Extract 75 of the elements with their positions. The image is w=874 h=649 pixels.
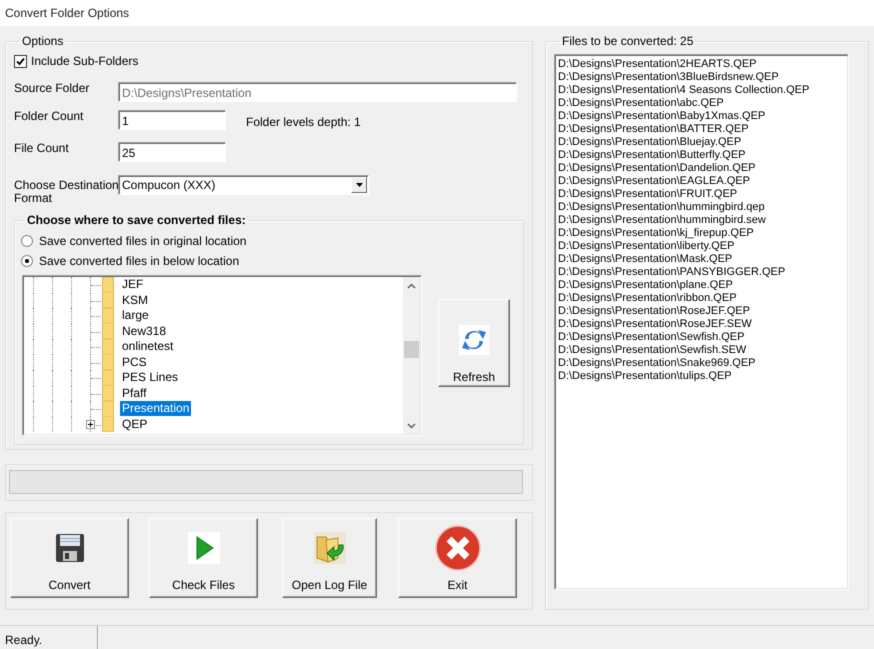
file-path: D:\Designs\Presentation\liberty.QEP	[558, 240, 736, 253]
radio-button[interactable]	[21, 235, 33, 247]
file-path: D:\Designs\Presentation\Sewfish.SEW	[558, 344, 748, 357]
file-path: D:\Designs\Presentation\EAGLEA.QEP	[558, 175, 751, 188]
file-path: D:\Designs\Presentation\3BlueBirdsnew.QEP	[558, 71, 780, 84]
folder-item[interactable]: onlinetest	[120, 339, 176, 354]
field-label: Source Folder	[14, 82, 90, 95]
folder-icon	[102, 338, 114, 355]
file-path: D:\Designs\Presentation\Dandelion.QEP	[558, 162, 756, 175]
folder-count-field[interactable]: 1	[118, 110, 226, 130]
folder-icon	[102, 400, 114, 417]
folder-item[interactable]: QEP	[120, 416, 150, 432]
file-path: D:\Designs\Presentation\Snake969.QEP	[558, 357, 757, 370]
file-path: D:\Designs\Presentation\PANSYBIGGER.QEP	[558, 266, 786, 279]
group-title: Options	[21, 34, 64, 48]
file-path: D:\Designs\Presentation\plane.QEP	[558, 279, 734, 292]
folder-item[interactable]: PCS	[120, 354, 149, 370]
close-icon	[434, 525, 480, 571]
file-path: D:\Designs\Presentation\Baby1Xmas.QEP	[558, 110, 766, 123]
exit-button[interactable]: Exit	[398, 518, 517, 598]
file-path: D:\Designs\Presentation\Butterfly.QEP	[558, 149, 746, 162]
file-path: D:\Designs\Presentation\hummingbird.sew	[558, 214, 767, 227]
checkbox-label: Include Sub-Folders	[31, 54, 138, 68]
refresh-icon	[459, 325, 489, 355]
refresh-button[interactable]: Refresh	[438, 299, 510, 387]
convert-button[interactable]: Convert	[10, 518, 129, 598]
file-path: D:\Designs\Presentation\Sewfish.QEP	[558, 331, 746, 344]
folder-icon	[102, 370, 114, 386]
folder-icon	[102, 292, 114, 308]
file-path: D:\Designs\Presentation\kj_firepup.QEP	[558, 227, 755, 240]
expand-button[interactable]	[86, 420, 95, 428]
radio-label: Save converted files in below location	[39, 254, 240, 268]
folder-icon	[102, 385, 114, 402]
file-path: D:\Designs\Presentation\hummingbird.qep	[558, 201, 766, 214]
group-title: Choose where to save converted files:	[26, 213, 247, 227]
folder-depth-text: Folder levels depth: 1	[246, 115, 361, 129]
field-label: Choose Destination Format	[14, 179, 120, 205]
file-path: D:\Designs\Presentation\4 Seasons Collection.QEP	[558, 84, 810, 97]
field-label: File Count	[14, 142, 70, 155]
folder-icon	[102, 354, 114, 370]
folder-item[interactable]: large	[120, 308, 151, 324]
scroll-thumb[interactable]	[404, 341, 419, 358]
file-path: D:\Designs\Presentation\tulips.QEP	[558, 370, 733, 383]
file-path: D:\Designs\Presentation\BATTER.QEP	[558, 123, 750, 136]
folder-item[interactable]: PES Lines	[120, 370, 180, 386]
field-label: Folder Count	[14, 110, 84, 123]
folder-item[interactable]: KSM	[120, 292, 150, 308]
status-text: Ready.	[0, 626, 98, 649]
file-path: D:\Designs\Presentation\RoseJEF.SEW	[558, 318, 753, 331]
include-subfolders-checkbox[interactable]	[14, 54, 27, 68]
caret-icon[interactable]	[351, 177, 367, 193]
file-path: D:\Designs\Presentation\Bluejay.QEP	[558, 136, 742, 149]
file-path: D:\Designs\Presentation\RoseJEF.QEP	[558, 305, 751, 318]
file-path: D:\Designs\Presentation\abc.QEP	[558, 97, 725, 110]
folder-icon	[102, 323, 114, 340]
radio-label: Save converted files in original location	[39, 234, 246, 248]
play-icon	[188, 532, 220, 564]
folder-icon	[102, 416, 114, 432]
folder-item[interactable]: Presentation	[120, 401, 192, 416]
folder-item[interactable]: Pfaff	[120, 386, 148, 401]
radio-button[interactable]	[21, 255, 33, 267]
folder-item[interactable]: JEF	[120, 277, 146, 292]
format-dropdown[interactable]: Compucon (XXX)	[118, 175, 369, 195]
window-title: Convert Folder Options	[5, 6, 130, 20]
file-path: D:\Designs\Presentation\FRUIT.QEP	[558, 188, 738, 201]
file-path: D:\Designs\Presentation\2HEARTS.QEP	[558, 58, 758, 71]
file-count-field[interactable]: 25	[118, 142, 226, 162]
file-path: D:\Designs\Presentation\Mask.QEP	[558, 253, 734, 266]
open-log-button[interactable]: Open Log File	[282, 518, 377, 598]
folder-icon	[102, 308, 114, 324]
group-title: Files to be converted: 25	[561, 34, 694, 48]
check-files-button[interactable]: Check Files	[149, 518, 258, 598]
folder-icon	[102, 277, 114, 293]
file-path: D:\Designs\Presentation\ribbon.QEP	[558, 292, 738, 305]
folder-item[interactable]: New318	[120, 324, 168, 339]
